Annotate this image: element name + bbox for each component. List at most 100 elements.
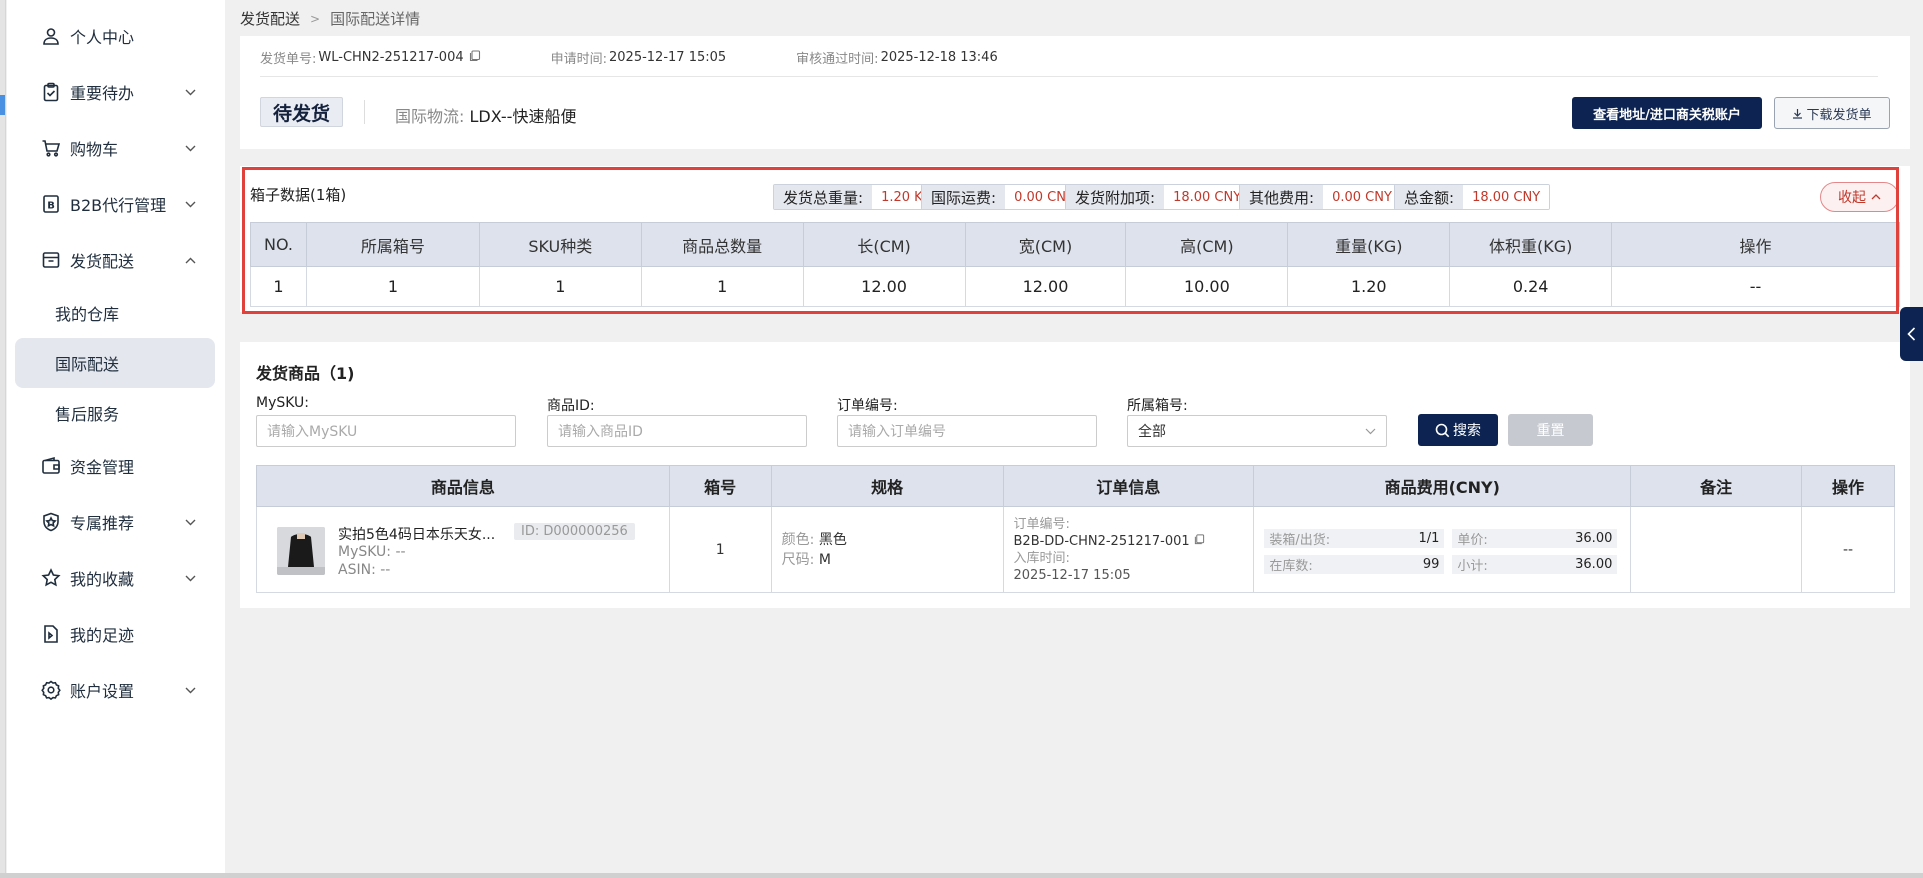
column-header: 长(CM): [802, 222, 966, 267]
collapse-button[interactable]: 收起: [1820, 182, 1899, 212]
sidebar-subitem-intl-delivery[interactable]: 国际配送: [15, 338, 215, 388]
sidebar-item-b2b[interactable]: B B2B代行管理: [23, 181, 219, 227]
breadcrumb-parent[interactable]: 发货配送: [240, 8, 300, 29]
summary-addons[interactable]: 发货附加项:18.00 CNY▶: [1065, 184, 1262, 210]
left-edge-strip: [0, 0, 6, 878]
vertical-divider: [364, 100, 365, 124]
sidebar-item-label: 账户设置: [70, 682, 135, 701]
column-header: 备注: [1630, 465, 1803, 507]
sidebar-item-shipping[interactable]: 发货配送: [23, 237, 219, 283]
wallet-icon: [40, 455, 62, 477]
approve-time-label: 审核通过时间:: [796, 52, 879, 67]
sidebar-item-label: 资金管理: [70, 458, 135, 477]
product-name[interactable]: 实拍5色4码日本乐天女...: [338, 524, 495, 544]
order-no-input[interactable]: 请输入订单编号: [837, 415, 1097, 447]
table-cell: 0.24: [1449, 266, 1613, 307]
download-shipment-button[interactable]: 下载发货单: [1774, 97, 1890, 129]
chevron-left-icon: [1907, 327, 1916, 341]
remark-cell: [1630, 506, 1803, 593]
mysku-input[interactable]: 请输入MySKU: [256, 415, 516, 447]
cart-icon: [40, 137, 62, 159]
divider: [260, 76, 1878, 77]
fee-value: 36.00: [1575, 531, 1613, 546]
sidebar-item-settings[interactable]: 账户设置: [23, 667, 219, 713]
table-cell: --: [1611, 266, 1900, 307]
order-no-label: 订单编号:: [1013, 516, 1070, 532]
sidebar-item-favorites[interactable]: 我的收藏: [23, 555, 219, 601]
search-button[interactable]: 搜索: [1418, 414, 1498, 446]
fee-value: 1/1: [1418, 531, 1440, 546]
spec-cell: 颜色: 黑色 尺码: M: [770, 506, 1004, 593]
box-table-header: NO. 所属箱号 SKU种类 商品总数量 长(CM) 宽(CM) 高(CM) 重…: [250, 222, 1900, 267]
download-icon: [1792, 108, 1803, 119]
table-cell: 1.20: [1287, 266, 1451, 307]
column-header: 商品信息: [256, 465, 670, 507]
summary-total-amount: 总金额: 18.00 CNY: [1394, 184, 1551, 210]
sidebar-item-recommend[interactable]: 专属推荐: [23, 499, 219, 545]
color-label: 颜色:: [781, 531, 815, 548]
sidebar-item-label: 我的足迹: [70, 626, 135, 645]
status-badge: 待发货: [260, 97, 344, 127]
star-icon: [40, 567, 62, 589]
instock-label: 入库时间:: [1013, 550, 1070, 566]
main-content: 发货配送 > 国际配送详情 发货单号: WL-CHN2-251217-004 申请…: [225, 0, 1923, 878]
fee-stock-row: 在库数: 99: [1264, 555, 1445, 574]
apply-time-label: 申请时间:: [550, 52, 608, 67]
column-header: 所属箱号: [305, 222, 480, 267]
user-icon: [40, 25, 62, 47]
fee-value: 99: [1422, 557, 1440, 572]
sidebar-item-footprint[interactable]: 我的足迹: [23, 611, 219, 657]
bottom-scrollbar[interactable]: [0, 873, 1923, 878]
copy-icon[interactable]: [469, 50, 481, 65]
clipboard-icon: [40, 81, 62, 103]
sidebar-item-label: 我的收藏: [70, 570, 135, 589]
sidebar-subitem-warehouse[interactable]: 我的仓库: [15, 288, 215, 338]
chevron-down-icon: [183, 687, 197, 694]
product-id-input[interactable]: 请输入商品ID: [547, 415, 807, 447]
product-thumbnail[interactable]: [277, 527, 325, 575]
fee-label: 单价:: [1457, 533, 1488, 548]
column-header: 操作: [1801, 465, 1895, 507]
instock-time: 2025-12-17 15:05: [1013, 567, 1131, 583]
table-cell: 1: [640, 266, 804, 307]
fee-value: 36.00: [1575, 557, 1613, 572]
b2b-icon: B: [40, 193, 62, 215]
side-collapse-tab[interactable]: [1900, 307, 1923, 361]
chevron-down-icon: [1365, 428, 1376, 435]
fee-label: 在库数:: [1269, 559, 1313, 574]
sidebar-item-todo[interactable]: 重要待办: [23, 69, 219, 115]
table-cell: 1: [250, 266, 307, 307]
summary-label: 总金额:: [1395, 185, 1464, 209]
box-no-select[interactable]: 全部: [1127, 415, 1387, 447]
sidebar-item-label: 发货配送: [70, 252, 135, 271]
order-no-value[interactable]: B2B-DD-CHN2-251217-001: [1014, 534, 1190, 549]
table-cell: 12.00: [802, 266, 966, 307]
action-cell: --: [1801, 506, 1895, 593]
summary-total-weight: 发货总重量: 1.20 KG: [773, 184, 943, 210]
product-mysku: MySKU: --: [338, 544, 406, 560]
shipment-no-value: WL-CHN2-251217-004: [318, 50, 464, 65]
gear-icon: [40, 679, 62, 701]
view-address-button[interactable]: 查看地址/进口商关税账户: [1572, 97, 1762, 129]
chevron-down-icon: [183, 201, 197, 208]
breadcrumb-current: 国际配送详情: [330, 10, 421, 28]
box-no-label: 所属箱号:: [1127, 398, 1188, 414]
sidebar-item-cart[interactable]: 购物车: [23, 125, 219, 171]
column-header: 宽(CM): [964, 222, 1127, 267]
products-table-header: 商品信息 箱号 规格 订单信息 商品费用(CNY) 备注 操作: [256, 465, 1895, 507]
sidebar-item-funds[interactable]: 资金管理: [23, 443, 219, 489]
fee-label: 装箱/出货:: [1269, 533, 1331, 548]
reset-button[interactable]: 重置: [1508, 414, 1593, 446]
product-id-tag: ID: D000000256: [514, 523, 635, 540]
column-header: 商品总数量: [640, 222, 804, 267]
sidebar-subitem-aftersales[interactable]: 售后服务: [15, 388, 215, 438]
chevron-down-icon: [183, 145, 197, 152]
table-cell: 12.00: [964, 266, 1127, 307]
table-row: 实拍5色4码日本乐天女... ID: D000000256 MySKU: -- …: [256, 506, 1895, 593]
copy-icon[interactable]: [1194, 533, 1205, 549]
chevron-up-icon: [183, 257, 197, 264]
sidebar-item-profile[interactable]: 个人中心: [23, 13, 219, 59]
breadcrumb-separator: >: [310, 11, 321, 26]
logistics-value: LDX--快速船便: [469, 107, 577, 126]
summary-other-fees[interactable]: 其他费用:0.00 CNY▶: [1239, 184, 1412, 210]
